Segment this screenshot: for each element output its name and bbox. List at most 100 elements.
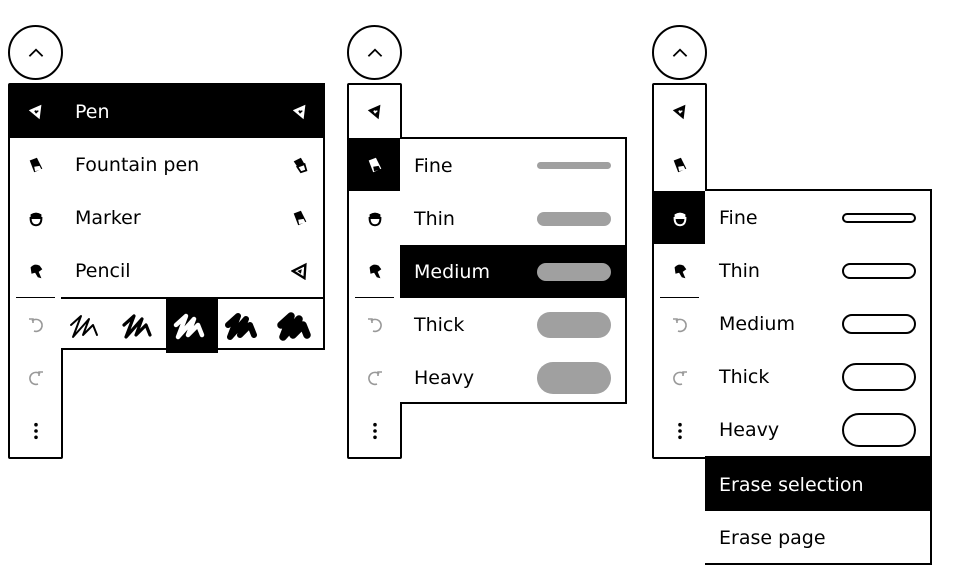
width-label: Heavy <box>414 366 475 389</box>
width-option-thin[interactable]: Thin <box>400 192 625 245</box>
toolbar-2 <box>347 83 402 459</box>
pen-type-menu: Pen Fountain pen Marker Pencil <box>61 83 325 353</box>
squiggle-bold-icon <box>224 310 264 342</box>
undo-icon <box>26 315 46 335</box>
stroke-style-3[interactable] <box>165 299 219 353</box>
pen-type-label: Fountain pen <box>75 153 200 176</box>
width-swatch <box>537 311 611 338</box>
width-option-fine[interactable]: Fine <box>400 139 625 192</box>
redo-icon <box>670 368 690 388</box>
pen-icon <box>291 103 309 121</box>
toolbar-lasso-button[interactable] <box>654 244 705 297</box>
erase-page-button[interactable]: Erase page <box>705 511 930 564</box>
lasso-icon <box>671 262 689 280</box>
eraser-width-fine[interactable]: Fine <box>705 191 930 244</box>
undo-icon <box>365 315 385 335</box>
marker-icon <box>291 209 309 227</box>
undo-button[interactable] <box>349 298 400 351</box>
toolbar-highlighter-button[interactable] <box>349 138 400 191</box>
toolbar-pen-button[interactable] <box>349 85 400 138</box>
width-label: Medium <box>414 260 490 283</box>
width-option-medium[interactable]: Medium <box>400 245 625 298</box>
more-vertical-icon <box>366 422 384 440</box>
collapse-toolbar-button[interactable] <box>652 25 707 80</box>
pen-type-pen[interactable]: Pen <box>61 85 323 138</box>
stroke-style-1[interactable] <box>61 299 113 353</box>
highlighter-icon <box>366 156 384 174</box>
pen-type-marker[interactable]: Marker <box>61 191 323 244</box>
width-swatch <box>537 361 611 394</box>
collapse-toolbar-button[interactable] <box>347 25 402 80</box>
lasso-icon <box>27 262 45 280</box>
width-swatch <box>842 362 916 391</box>
more-options-button[interactable] <box>654 404 705 457</box>
toolbar-eraser-button[interactable] <box>654 191 705 244</box>
pen-type-fountain-pen[interactable]: Fountain pen <box>61 138 323 191</box>
pen-icon <box>671 103 689 121</box>
highlighter-icon <box>671 156 689 174</box>
width-swatch <box>537 162 611 169</box>
squiggle-heavy-icon <box>277 310 317 342</box>
eraser-menu: Fine Thin Medium Thick Heavy Erase selec… <box>705 189 932 565</box>
undo-button[interactable] <box>10 298 61 351</box>
toolbar-eraser-button[interactable] <box>349 191 400 244</box>
stroke-style-4[interactable] <box>218 299 270 353</box>
toolbar-lasso-button[interactable] <box>10 244 61 297</box>
redo-icon <box>365 368 385 388</box>
width-swatch <box>537 211 611 226</box>
eraser-width-thick[interactable]: Thick <box>705 350 930 403</box>
redo-button[interactable] <box>654 351 705 404</box>
squiggle-medium-icon <box>172 310 212 342</box>
toolbar-highlighter-button[interactable] <box>10 138 61 191</box>
stroke-style-picker <box>61 297 323 353</box>
eraser-width-heavy[interactable]: Heavy <box>705 403 930 458</box>
width-swatch <box>537 262 611 281</box>
width-option-thick[interactable]: Thick <box>400 298 625 351</box>
toolbar-pen-button[interactable] <box>10 85 61 138</box>
redo-button[interactable] <box>349 351 400 404</box>
undo-button[interactable] <box>654 298 705 351</box>
toolbar-highlighter-button[interactable] <box>654 138 705 191</box>
toolbar-eraser-button[interactable] <box>10 191 61 244</box>
erase-selection-button[interactable]: Erase selection <box>705 458 930 511</box>
undo-icon <box>670 315 690 335</box>
highlighter-icon <box>27 156 45 174</box>
eraser-width-thin[interactable]: Thin <box>705 244 930 297</box>
collapse-toolbar-button[interactable] <box>8 25 63 80</box>
chevron-up-icon <box>25 42 47 64</box>
fountain-pen-icon <box>291 156 309 174</box>
pencil-icon <box>291 262 309 280</box>
more-options-button[interactable] <box>349 404 400 457</box>
more-options-button[interactable] <box>10 404 61 457</box>
width-label: Thick <box>414 313 465 336</box>
width-swatch <box>842 412 916 447</box>
stroke-style-5[interactable] <box>271 299 323 353</box>
pen-icon <box>27 103 45 121</box>
more-vertical-icon <box>27 422 45 440</box>
pen-type-pencil[interactable]: Pencil <box>61 244 323 297</box>
pen-type-label: Marker <box>75 206 141 229</box>
width-swatch <box>842 313 916 334</box>
width-option-heavy[interactable]: Heavy <box>400 351 625 404</box>
redo-icon <box>26 368 46 388</box>
width-label: Fine <box>719 206 758 229</box>
erase-page-label: Erase page <box>719 526 826 549</box>
width-label: Thin <box>719 259 760 282</box>
eraser-width-medium[interactable]: Medium <box>705 297 930 350</box>
pen-type-label: Pencil <box>75 259 131 282</box>
width-label: Medium <box>719 312 795 335</box>
width-label: Thin <box>414 207 455 230</box>
toolbar-pen-button[interactable] <box>654 85 705 138</box>
highlighter-width-menu: Fine Thin Medium Thick Heavy <box>400 137 627 404</box>
width-label: Heavy <box>719 418 780 441</box>
width-label: Fine <box>414 154 453 177</box>
eraser-icon <box>366 209 384 227</box>
erase-selection-label: Erase selection <box>719 473 864 496</box>
toolbar-3 <box>652 83 707 459</box>
redo-button[interactable] <box>10 351 61 404</box>
squiggle-light-icon <box>120 310 160 342</box>
eraser-icon <box>27 209 45 227</box>
toolbar-lasso-button[interactable] <box>349 244 400 297</box>
toolbar-1 <box>8 83 63 459</box>
stroke-style-2[interactable] <box>113 299 165 353</box>
